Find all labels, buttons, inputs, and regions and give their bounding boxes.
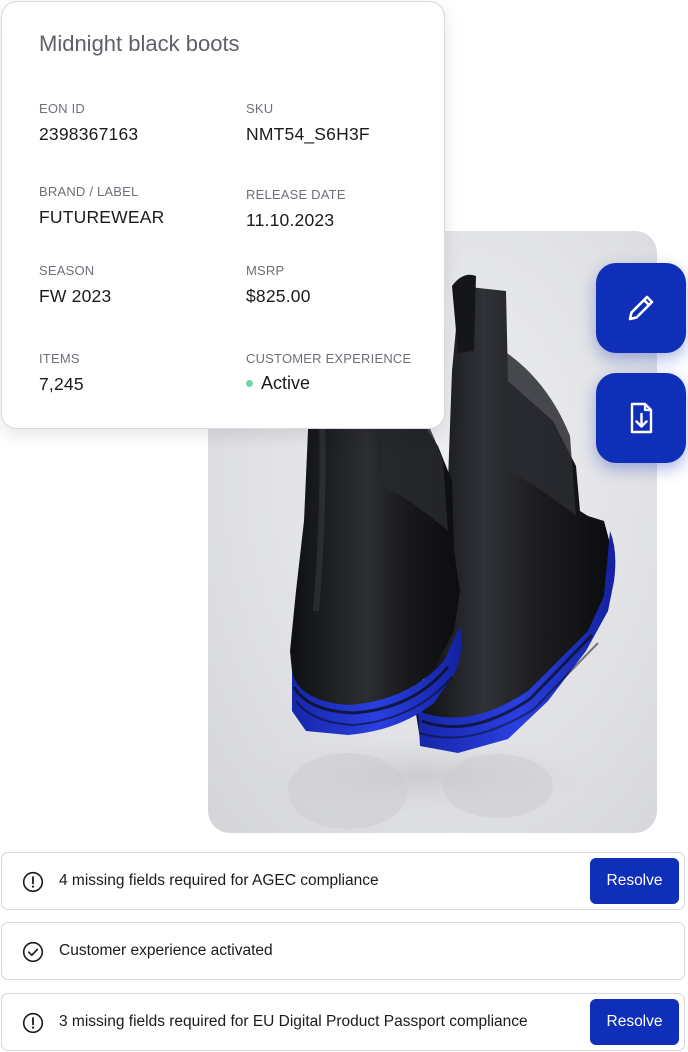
field-label: EON ID <box>39 101 85 116</box>
notice-dpp-compliance: 3 missing fields required for EU Digital… <box>1 993 685 1051</box>
file-download-icon <box>630 402 653 434</box>
notice-text: 3 missing fields required for EU Digital… <box>59 1013 528 1030</box>
field-release-date: RELEASE DATE 11.10.2023 <box>246 187 346 231</box>
field-label: BRAND / LABEL <box>39 184 139 199</box>
alert-circle-icon <box>22 1012 44 1034</box>
field-label: CUSTOMER EXPERIENCE <box>246 351 412 366</box>
field-items: ITEMS 7,245 <box>39 351 84 395</box>
field-label: SKU <box>246 101 274 116</box>
field-label: MSRP <box>246 263 285 278</box>
field-value: 7,245 <box>39 374 84 394</box>
status-dot-icon <box>246 380 253 387</box>
alert-circle-icon <box>22 871 44 893</box>
field-eon-id: EON ID 2398367163 <box>39 101 138 145</box>
field-msrp: MSRP $825.00 <box>246 263 311 307</box>
product-info-card: Midnight black boots EON ID 2398367163 S… <box>1 1 445 429</box>
notice-text: 4 missing fields required for AGEC compl… <box>59 872 379 889</box>
field-value: FUTUREWEAR <box>39 207 165 227</box>
product-title: Midnight black boots <box>39 31 240 56</box>
notice-text: Customer experience activated <box>59 942 273 959</box>
pencil-icon <box>628 295 654 321</box>
field-value: 2398367163 <box>39 124 139 144</box>
status-badge: Active <box>246 373 411 394</box>
field-customer-experience: CUSTOMER EXPERIENCE Active <box>246 351 411 394</box>
resolve-button[interactable]: Resolve <box>590 999 679 1045</box>
download-button[interactable] <box>596 373 686 463</box>
notice-agec-compliance: 4 missing fields required for AGEC compl… <box>1 852 685 910</box>
field-season: SEASON FW 2023 <box>39 263 111 307</box>
notice-customer-experience: Customer experience activated <box>1 922 685 980</box>
field-brand: BRAND / LABEL FUTUREWEAR <box>39 184 164 228</box>
field-label: SEASON <box>39 263 95 278</box>
field-label: ITEMS <box>39 351 80 366</box>
field-value: 11.10.2023 <box>246 210 335 230</box>
check-circle-icon <box>22 941 44 963</box>
resolve-button[interactable]: Resolve <box>590 858 679 904</box>
field-value: FW 2023 <box>39 286 112 306</box>
edit-button[interactable] <box>596 263 686 353</box>
field-label: RELEASE DATE <box>246 187 346 202</box>
status-text: Active <box>261 373 311 393</box>
field-value: $825.00 <box>246 286 311 306</box>
field-sku: SKU NMT54_S6H3F <box>246 101 370 145</box>
field-value: NMT54_S6H3F <box>246 124 370 144</box>
